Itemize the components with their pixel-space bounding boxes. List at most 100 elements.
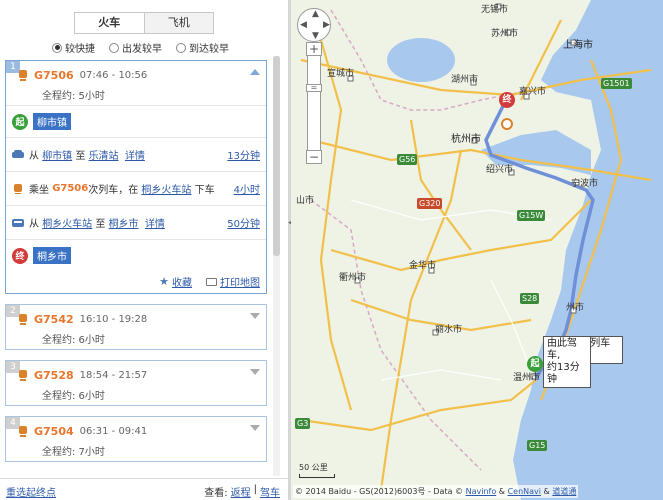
scale-bar (299, 474, 335, 478)
start-icon: 起 (12, 113, 28, 130)
zoom-in-button[interactable]: + (306, 42, 322, 56)
step-train: 乘坐 G7506 次列车，在 桐乡火车站 下车 4小时 (6, 171, 266, 205)
train-number[interactable]: G7506 (34, 69, 74, 82)
zoom-slider[interactable] (307, 44, 321, 164)
train-icon (12, 183, 24, 194)
map-label: 山市 (296, 196, 315, 206)
detail-link[interactable]: 详情 (125, 147, 145, 162)
road-shield: G15W (517, 210, 546, 221)
pan-down-icon[interactable]: ▼ (312, 31, 319, 41)
taihu-lake (387, 38, 455, 82)
train-time: 06:31 - 09:41 (79, 426, 148, 437)
train-time: 18:54 - 21:57 (79, 370, 148, 381)
trip-duration: 全程约: 5小时 (42, 91, 105, 102)
train-icon (18, 370, 28, 381)
road-shield: G56 (397, 154, 418, 165)
scrollbar-thumb[interactable] (273, 56, 280, 256)
start-pin-icon[interactable]: 起 (527, 356, 543, 372)
step-drive: 从 柳市镇 至 乐清站 详情 13分钟 (6, 137, 266, 171)
navinfo-link[interactable]: Navinfo (466, 487, 497, 496)
map-copyright: © 2014 Baidu - GS(2012)6003号 - Data © Na… (293, 485, 579, 498)
map-label: 衢州市 (339, 273, 367, 283)
road-shield: G1501 (601, 78, 632, 89)
trip-duration: 全程约: 7小时 (42, 447, 105, 458)
step-bus: 从 桐乡火车站 至 桐乡市 详情 50分钟 (6, 205, 266, 239)
train-icon (18, 426, 28, 437)
start-station[interactable]: 柳市镇 (33, 113, 71, 130)
pan-right-icon[interactable]: ▶ (323, 20, 330, 30)
trip-duration: 全程约: 6小时 (42, 391, 105, 402)
tab-train[interactable]: 火车 (75, 13, 144, 33)
end-row: 终 桐乡市 (6, 239, 266, 271)
train-number[interactable]: G7542 (34, 313, 74, 326)
result-card-3[interactable]: 3 G7528 18:54 - 21:57 全程约: 6小时 (5, 360, 267, 406)
map-label: 无锡市 (481, 5, 509, 15)
train-number[interactable]: G7528 (34, 369, 74, 382)
step-time[interactable]: 4小时 (234, 181, 260, 196)
map-label: 州市 (566, 303, 585, 313)
panel-footer: 重选起终点 查看: 返程 | 驾车 (0, 478, 288, 500)
drive-bubble: 由此驾车, 约13分钟 (543, 336, 591, 388)
expand-icon[interactable] (250, 425, 260, 431)
radio-icon[interactable] (176, 42, 186, 53)
sort-options: 较快捷 出发较早 到达较早 (52, 40, 229, 55)
road-shield: G15 (527, 440, 548, 451)
city-dots (347, 3, 580, 380)
map-scale: 50 公里 (299, 462, 335, 478)
view-label: 查看: (204, 488, 228, 499)
map-label: 丽水市 (435, 325, 463, 335)
train-time: 07:46 - 10:56 (79, 70, 148, 81)
train-number[interactable]: G7504 (34, 425, 74, 438)
detail-link[interactable]: 详情 (145, 215, 165, 230)
print-map-button[interactable]: 打印地图 (206, 274, 260, 289)
result-card-2[interactable]: 2 G7542 16:10 - 19:28 全程约: 6小时 (5, 304, 267, 350)
print-icon (206, 277, 217, 286)
daodao-link[interactable]: 道道通 (552, 487, 576, 496)
map-label: 宁波市 (571, 179, 599, 189)
start-row: 起 柳市镇 (6, 105, 266, 137)
collapse-icon[interactable] (250, 69, 260, 75)
sea (513, 0, 663, 500)
cennavi-link[interactable]: CenNavi (508, 487, 541, 496)
reset-endpoints-link[interactable]: 重选起终点 (6, 484, 56, 499)
end-icon: 终 (12, 247, 28, 264)
result-actions: ★ 收藏 打印地图 (159, 274, 260, 289)
roads (350, 199, 552, 381)
train-time: 16:10 - 19:28 (79, 314, 148, 325)
map-label: 苏州市 (491, 29, 519, 39)
road-shield: G3 (295, 418, 311, 429)
step-time[interactable]: 50分钟 (227, 215, 260, 230)
expand-icon[interactable] (250, 313, 260, 319)
end-pin-icon[interactable]: 终 (499, 92, 515, 108)
result-card-4[interactable]: 4 G7504 06:31 - 09:41 全程约: 7小时 (5, 416, 267, 462)
map-label: 湖州市 (451, 75, 479, 85)
zoom-handle[interactable]: = (306, 84, 322, 92)
trip-duration: 全程约: 6小时 (42, 335, 105, 346)
bus-icon (12, 218, 24, 228)
map-view[interactable]: 无锡市 苏州市 上海市 宣城市 湖州市 嘉兴市 杭州市 绍兴市 宁波市 金华市 … (291, 0, 663, 500)
separator: | (253, 484, 257, 495)
sort-fastest[interactable]: 较快捷 (52, 40, 95, 55)
radio-icon[interactable] (109, 42, 119, 53)
drive-link[interactable]: 驾车 (260, 484, 280, 499)
result-card-1[interactable]: 1 G7506 07:46 - 10:56 全程约: 5小时 起 柳市镇 从 柳… (5, 60, 267, 294)
road-shield: G320 (417, 198, 443, 209)
scrollbar[interactable] (273, 56, 280, 476)
sort-early-arrive[interactable]: 到达较早 (176, 40, 229, 55)
train-icon (18, 314, 28, 325)
route-panel: 火车 飞机 较快捷 出发较早 到达较早 1 G7506 07:46 - 10:5… (0, 0, 288, 500)
end-station[interactable]: 桐乡市 (33, 247, 71, 264)
step-time[interactable]: 13分钟 (227, 147, 260, 162)
map-label: 嘉兴市 (519, 87, 547, 97)
pan-left-icon[interactable]: ◀ (300, 20, 307, 30)
tab-plane[interactable]: 飞机 (143, 13, 213, 33)
collect-button[interactable]: ★ 收藏 (159, 274, 192, 289)
pan-up-icon[interactable]: ▲ (312, 9, 319, 19)
map-label: 绍兴市 (486, 165, 514, 175)
radio-checked-icon[interactable] (52, 42, 62, 53)
return-trip-link[interactable]: 返程 (231, 484, 251, 499)
sort-early-depart[interactable]: 出发较早 (109, 40, 162, 55)
pan-control[interactable]: ▲ ▼ ◀ ▶ (297, 8, 331, 42)
expand-icon[interactable] (250, 369, 260, 375)
zoom-out-button[interactable]: − (306, 150, 322, 164)
